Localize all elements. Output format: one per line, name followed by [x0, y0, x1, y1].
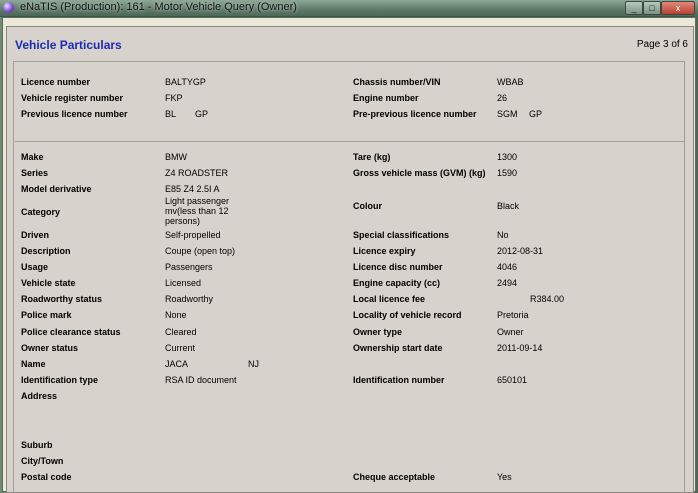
police-clearance-label: Police clearance status [21, 327, 121, 337]
description-label: Description [21, 246, 71, 256]
particulars-box [13, 61, 685, 493]
ownership-start-label: Ownership start date [353, 343, 443, 353]
pre-previous-label: Pre-previous licence number [353, 109, 477, 119]
owner-status-label: Owner status [21, 343, 79, 353]
licence-expiry-value: 2012-08-31 [497, 246, 544, 256]
tare-value: 1300 [497, 152, 518, 162]
engine-number-value: 26 [497, 93, 508, 103]
model-label: Model derivative [21, 184, 92, 194]
owner-type-value: Owner [497, 327, 524, 337]
driven-value: Self-propelled [165, 230, 221, 240]
police-mark-label: Police mark [21, 310, 72, 320]
postal-code-label: Postal code [21, 472, 72, 482]
suburb-label: Suburb [21, 440, 53, 450]
cheque-acceptable-value: Yes [497, 472, 512, 482]
category-label: Category [21, 207, 61, 217]
vehicle-register-label: Vehicle register number [21, 93, 124, 103]
usage-label: Usage [21, 262, 49, 272]
police-clearance-value: Cleared [165, 327, 197, 337]
engine-capacity-value: 2494 [497, 278, 518, 288]
roadworthy-value: Roadworthy [165, 294, 214, 304]
chassis-value: WBAB [497, 77, 524, 87]
make-value: BMW [165, 152, 187, 162]
page-title: Vehicle Particulars [15, 38, 122, 52]
cheque-acceptable-label: Cheque acceptable [353, 472, 436, 482]
licence-disc-value: 4046 [497, 262, 518, 272]
licence-expiry-label: Licence expiry [353, 246, 416, 256]
gvm-value: 1590 [497, 168, 518, 178]
colour-label: Colour [353, 201, 382, 211]
licence-disc-label: Licence disc number [353, 262, 443, 272]
engine-capacity-label: Engine capacity (cc) [353, 278, 441, 288]
report-page: Vehicle Particulars Page 3 of 6 Licence … [6, 26, 694, 493]
id-type-label: Identification type [21, 375, 99, 385]
category-value: Light passenger mv(less than 12 persons) [165, 196, 230, 226]
page-number: Page 3 of 6 [636, 39, 688, 50]
id-type-value: RSA ID document [165, 375, 237, 385]
pre-previous-value-b: GP [529, 109, 543, 119]
series-value: Z4 ROADSTER [165, 168, 229, 178]
engine-number-label: Engine number [353, 93, 419, 103]
previous-licence-label: Previous licence number [21, 109, 128, 119]
special-classifications-label: Special classifications [353, 230, 450, 240]
chassis-label: Chassis number/VIN [353, 77, 441, 87]
maximize-button[interactable]: □ [643, 1, 661, 15]
colour-value: Black [497, 201, 520, 211]
locality-label: Locality of vehicle record [353, 310, 462, 320]
section-divider [15, 141, 685, 142]
enatis-app-icon [3, 2, 14, 13]
tare-label: Tare (kg) [353, 152, 391, 162]
local-licence-fee-value: R384.00 [530, 294, 565, 304]
special-classifications-value: No [497, 230, 509, 240]
usage-value: Passengers [165, 262, 213, 272]
locality-value: Pretoria [497, 310, 529, 320]
window-title: eNaTIS (Production): 161 - Motor Vehicle… [20, 1, 297, 13]
series-label: Series [21, 168, 49, 178]
window-titlebar[interactable]: eNaTIS (Production): 161 - Motor Vehicle… [0, 0, 698, 17]
city-label: City/Town [21, 456, 64, 466]
name-value-b: NJ [248, 359, 259, 369]
pre-previous-value-a: SGM [497, 109, 518, 119]
name-value-a: JACA [165, 359, 189, 369]
minimize-button[interactable]: _ [625, 1, 643, 15]
gvm-label: Gross vehicle mass (GVM) (kg) [353, 168, 486, 178]
make-label: Make [21, 152, 44, 162]
vehicle-state-value: Licensed [165, 278, 202, 288]
model-value: E85 Z4 2.5I A [165, 184, 220, 194]
description-value: Coupe (open top) [165, 246, 236, 256]
id-number-label: Identification number [353, 375, 445, 385]
vehicle-register-value: FKP [165, 93, 183, 103]
driven-label: Driven [21, 230, 50, 240]
ownership-start-value: 2011-09-14 [497, 343, 543, 353]
owner-type-label: Owner type [353, 327, 403, 337]
previous-licence-value-b: GP [195, 109, 209, 119]
report-viewer: Vehicle Particulars Page 3 of 6 Licence … [2, 17, 696, 493]
owner-status-value: Current [165, 343, 196, 353]
close-button[interactable]: x [661, 1, 695, 15]
id-number-value: 650101 [497, 375, 528, 385]
vehicle-state-label: Vehicle state [21, 278, 76, 288]
local-licence-fee-label: Local licence fee [353, 294, 426, 304]
previous-licence-value-a: BL [165, 109, 177, 119]
address-label: Address [21, 391, 58, 401]
licence-number-label: Licence number [21, 77, 91, 87]
roadworthy-label: Roadworthy status [21, 294, 103, 304]
name-label: Name [21, 359, 46, 369]
police-mark-value: None [165, 310, 187, 320]
licence-number-value: BALTYGP [165, 77, 206, 87]
